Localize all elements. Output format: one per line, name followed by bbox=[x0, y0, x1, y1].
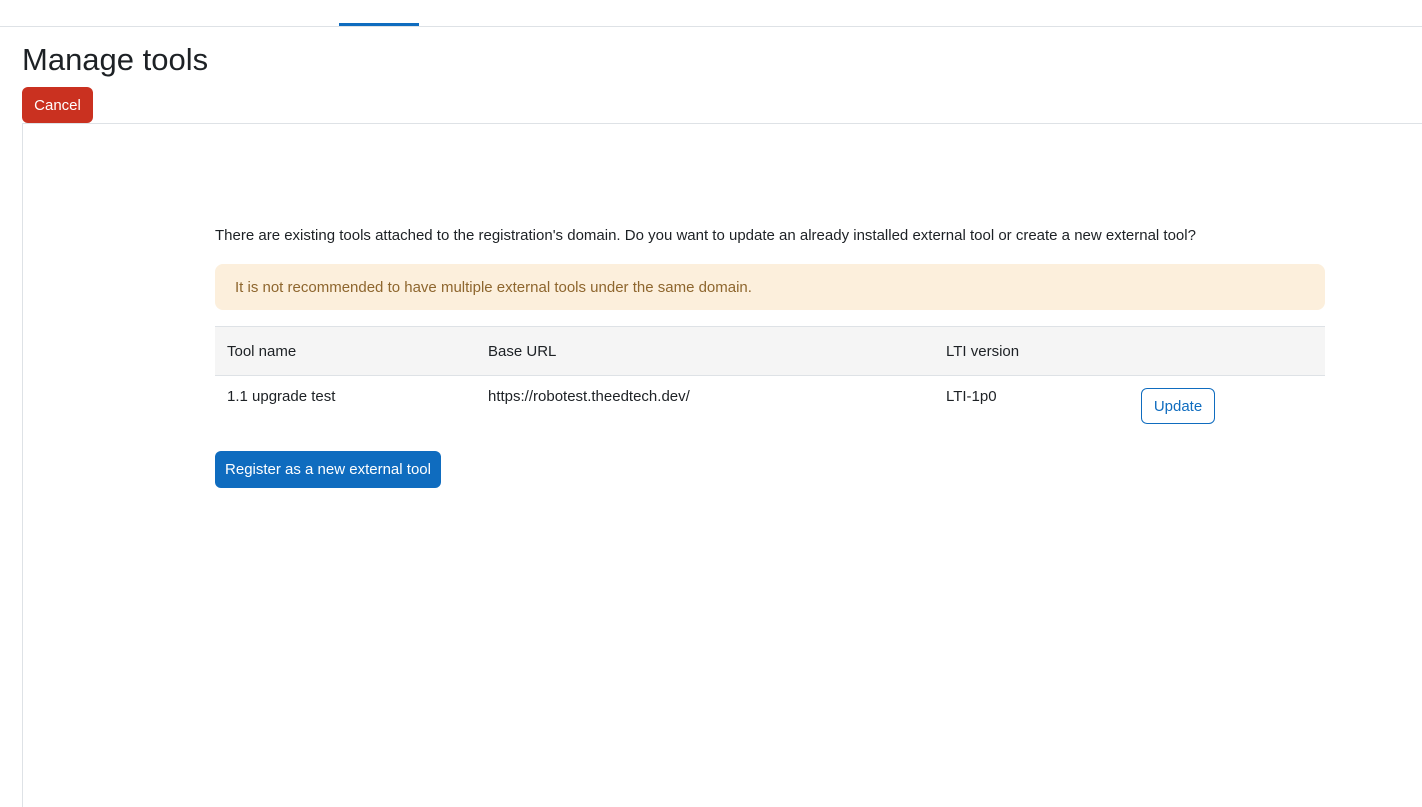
page-title: Manage tools bbox=[22, 42, 209, 77]
cell-actions: Update bbox=[1129, 376, 1325, 437]
update-button[interactable]: Update bbox=[1141, 388, 1215, 424]
header-tool-name: Tool name bbox=[215, 326, 476, 376]
tools-table: Tool name Base URL LTI version 1.1 upgra… bbox=[215, 326, 1325, 436]
header-actions bbox=[1129, 326, 1325, 376]
cell-base-url: https://robotest.theedtech.dev/ bbox=[488, 388, 690, 405]
intro-text: There are existing tools attached to the… bbox=[215, 227, 1196, 244]
cell-tool-name: 1.1 upgrade test bbox=[227, 388, 336, 405]
table-row: 1.1 upgrade test https://robotest.theedt… bbox=[215, 376, 1325, 437]
header-lti-version: LTI version bbox=[934, 326, 1129, 376]
cell-lti-version: LTI-1p0 bbox=[946, 388, 997, 405]
warning-alert: It is not recommended to have multiple e… bbox=[215, 264, 1325, 310]
active-tab-indicator[interactable] bbox=[339, 0, 419, 26]
warning-text: It is not recommended to have multiple e… bbox=[235, 278, 752, 296]
table-header-row: Tool name Base URL LTI version bbox=[215, 326, 1325, 376]
register-new-tool-button[interactable]: Register as a new external tool bbox=[215, 451, 441, 488]
top-navigation bbox=[0, 0, 1422, 27]
cancel-button[interactable]: Cancel bbox=[22, 87, 93, 123]
header-base-url: Base URL bbox=[476, 326, 934, 376]
